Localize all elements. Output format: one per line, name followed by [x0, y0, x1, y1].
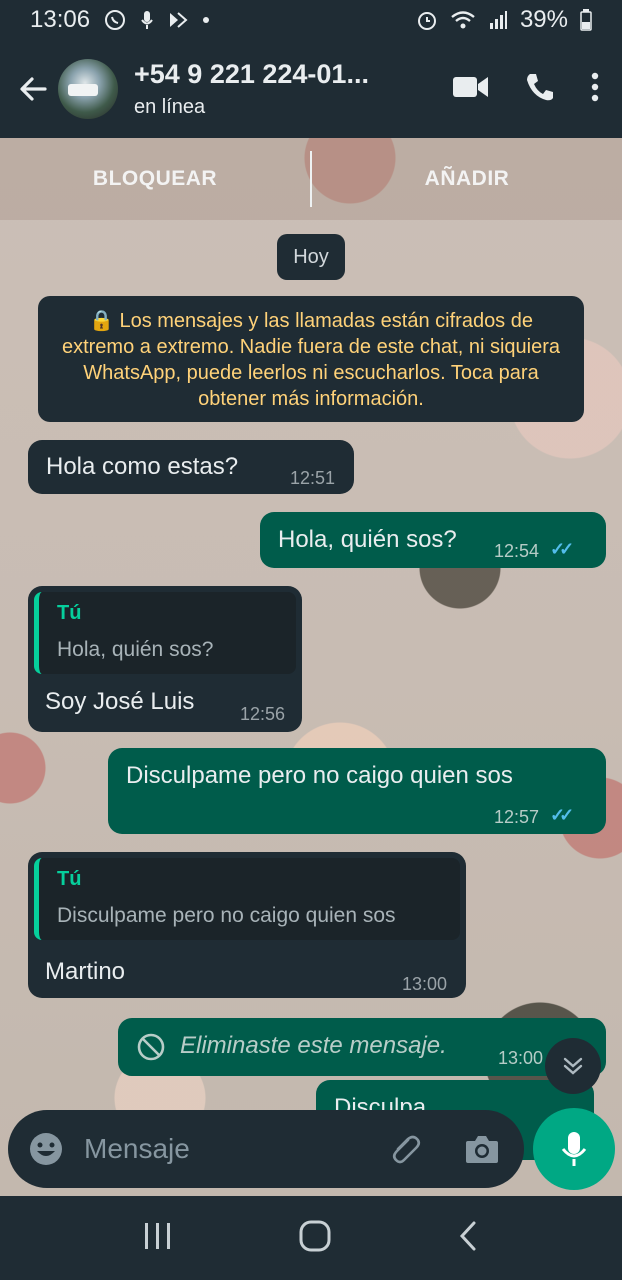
- status-bar: 13:06 39%: [0, 0, 622, 40]
- read-ticks-icon: ✓✓: [550, 805, 574, 825]
- more-options-icon[interactable]: [590, 72, 600, 107]
- chat-header: +54 9 221 224-01... en línea: [0, 40, 622, 138]
- emoji-icon[interactable]: [28, 1131, 64, 1167]
- message-text: Hola como estas?: [46, 453, 239, 480]
- message-text: Soy José Luis: [45, 688, 195, 715]
- message-text: Martino: [45, 958, 126, 985]
- message-time: 13:00: [402, 974, 448, 994]
- voice-message-button[interactable]: [533, 1108, 615, 1190]
- camera-icon[interactable]: [462, 1129, 502, 1169]
- home-icon[interactable]: [298, 1219, 332, 1258]
- message-bubble-outgoing[interactable]: Disculpame pero no caigo quien sos 12:57…: [108, 748, 606, 834]
- back-nav-icon[interactable]: [456, 1219, 480, 1258]
- voice-call-icon[interactable]: [524, 71, 556, 108]
- dot-icon: [202, 16, 210, 24]
- mic-icon: [140, 10, 154, 30]
- mic-icon: [561, 1132, 587, 1166]
- message-bubble-outgoing[interactable]: Hola, quién sos? 12:54 ✓✓: [260, 512, 606, 568]
- chat-area[interactable]: BLOQUEAR AÑADIR Hoy 🔒 Los mensajes y las…: [0, 138, 622, 1196]
- quoted-message[interactable]: Tú Hola, quién sos?: [34, 592, 296, 674]
- video-call-icon[interactable]: [452, 74, 490, 105]
- quoted-message[interactable]: Tú Disculpame pero no caigo quien sos: [34, 858, 460, 940]
- whatsapp-icon: [104, 9, 126, 31]
- block-button[interactable]: BLOQUEAR: [0, 167, 310, 191]
- contact-name: +54 9 221 224-01...: [134, 59, 369, 89]
- deleted-icon: [136, 1032, 166, 1067]
- status-time: 13:06: [30, 6, 91, 33]
- message-time: 13:00: [498, 1048, 544, 1068]
- message-time: 12:57: [494, 807, 540, 827]
- add-contact-button[interactable]: AÑADIR: [312, 167, 622, 191]
- battery-icon: [580, 9, 592, 31]
- back-arrow-icon[interactable]: [8, 64, 58, 114]
- system-nav-bar: [0, 1196, 622, 1280]
- alarm-icon: [416, 9, 438, 31]
- message-composer: [8, 1110, 524, 1188]
- unknown-contact-actions: BLOQUEAR AÑADIR: [0, 138, 622, 220]
- message-text: Disculpame pero no caigo quien sos: [126, 762, 513, 789]
- encryption-notice[interactable]: 🔒 Los mensajes y las llamadas están cifr…: [38, 296, 584, 422]
- vpn-icon: [168, 10, 188, 30]
- message-time: 12:51: [290, 468, 336, 488]
- quote-author: Tú: [57, 868, 82, 890]
- message-text: Hola, quién sos?: [278, 526, 457, 553]
- message-input[interactable]: [84, 1133, 374, 1165]
- message-time: 12:54: [494, 541, 540, 561]
- quote-text: Hola, quién sos?: [57, 638, 214, 661]
- battery-percent: 39%: [519, 6, 568, 33]
- contact-info[interactable]: +54 9 221 224-01... en línea: [134, 59, 404, 119]
- read-ticks-icon: ✓✓: [550, 539, 574, 559]
- avatar[interactable]: [58, 59, 118, 119]
- contact-status: en línea: [134, 96, 206, 118]
- quote-text: Disculpame pero no caigo quien sos: [57, 904, 396, 927]
- quote-author: Tú: [57, 602, 82, 624]
- scroll-to-bottom-button[interactable]: [545, 1038, 601, 1094]
- message-bubble-incoming[interactable]: Tú Hola, quién sos? Soy José Luis 12:56: [28, 586, 302, 732]
- message-bubble-deleted[interactable]: Eliminaste este mensaje. 13:00: [118, 1018, 606, 1076]
- signal-icon: [488, 10, 508, 30]
- wifi-icon: [450, 10, 476, 30]
- message-bubble-incoming[interactable]: Tú Disculpame pero no caigo quien sos Ma…: [28, 852, 466, 998]
- chevron-down-icon: [563, 1057, 583, 1075]
- message-text: Eliminaste este mensaje.: [180, 1032, 447, 1059]
- message-bubble-incoming[interactable]: Hola como estas? 12:51: [28, 440, 354, 494]
- attach-icon[interactable]: [386, 1129, 426, 1169]
- recent-apps-icon[interactable]: [142, 1221, 174, 1256]
- message-time: 12:56: [240, 704, 286, 724]
- date-chip: Hoy: [277, 234, 345, 280]
